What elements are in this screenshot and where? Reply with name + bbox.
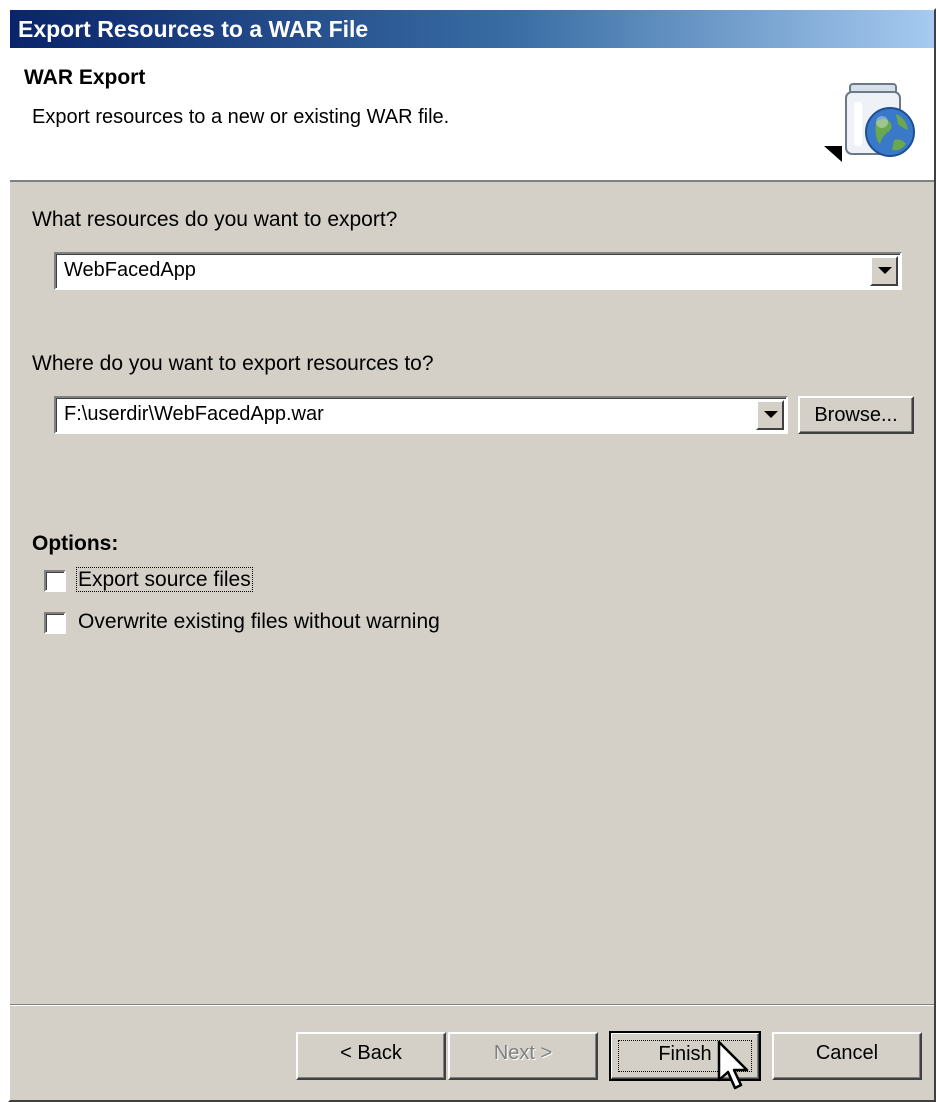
destination-dropdown-arrow-icon[interactable] <box>756 400 784 430</box>
resources-question: What resources do you want to export? <box>32 208 398 231</box>
next-button-label: Next > <box>493 1042 553 1064</box>
resources-combo-value: WebFacedApp <box>64 259 196 281</box>
export-source-files-checkbox[interactable] <box>44 570 66 592</box>
destination-question: Where do you want to export resources to… <box>32 352 434 375</box>
banner-title: WAR Export <box>24 66 146 89</box>
overwrite-files-label[interactable]: Overwrite existing files without warning <box>78 610 440 634</box>
mouse-pointer-icon <box>717 1040 751 1092</box>
browse-button[interactable]: Browse... <box>798 396 914 434</box>
war-globe-icon <box>820 78 920 168</box>
banner-description: Export resources to a new or existing WA… <box>32 106 450 128</box>
back-button[interactable]: < Back <box>296 1032 446 1080</box>
browse-button-label: Browse... <box>814 404 898 426</box>
cancel-button-label: Cancel <box>815 1042 879 1064</box>
destination-combo-value: F:\userdir\WebFacedApp.war <box>64 403 324 425</box>
export-war-dialog: Export Resources to a WAR File WAR Expor… <box>8 8 936 1102</box>
dialog-title: Export Resources to a WAR File <box>10 10 934 48</box>
footer-separator <box>10 1004 934 1006</box>
options-heading: Options: <box>32 532 119 555</box>
wizard-banner: WAR Export Export resources to a new or … <box>10 48 934 182</box>
resources-dropdown-arrow-icon[interactable] <box>870 256 898 286</box>
overwrite-files-checkbox[interactable] <box>44 612 66 634</box>
next-button[interactable]: Next > <box>448 1032 598 1080</box>
cancel-button[interactable]: Cancel <box>772 1032 922 1080</box>
back-button-label: < Back <box>340 1042 402 1064</box>
resources-combo[interactable]: WebFacedApp <box>54 252 902 290</box>
export-source-files-label[interactable]: Export source files <box>76 567 253 592</box>
destination-combo[interactable]: F:\userdir\WebFacedApp.war <box>54 396 788 434</box>
